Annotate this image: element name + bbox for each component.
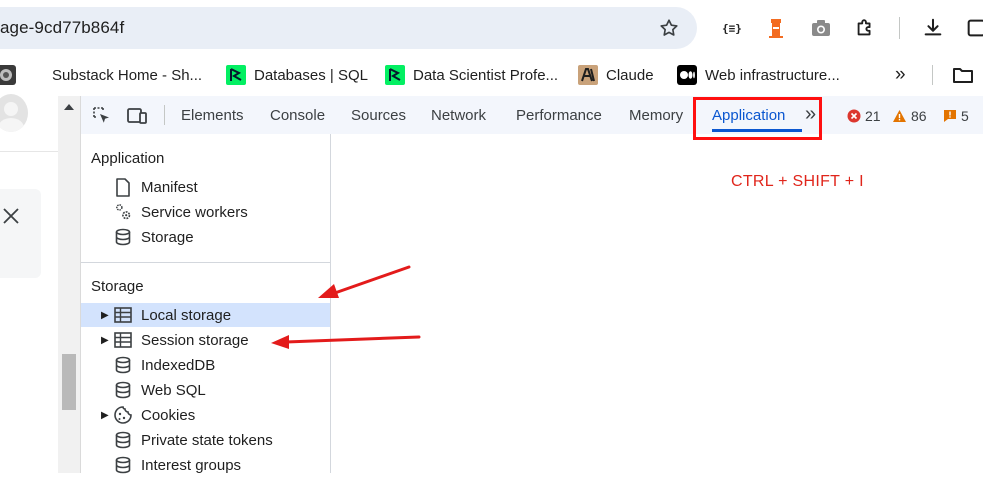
sidebar-item-label: Session storage (141, 331, 249, 349)
close-icon[interactable] (2, 207, 20, 228)
bookmark-data-scientist[interactable]: Data Scientist Profe... (385, 56, 558, 94)
anthropic-icon (578, 65, 598, 85)
section-title-storage: Storage (91, 278, 144, 295)
tabbar-separator (164, 105, 165, 125)
table-icon (113, 330, 133, 350)
sidebar-item-web-sql[interactable]: Web SQL (81, 378, 330, 402)
bookmark-label: Databases | SQL (254, 66, 368, 84)
sidebar-item-label: Local storage (141, 306, 232, 324)
sidebar-item-cookies[interactable]: ▶ Cookies (81, 403, 330, 427)
bookmarks-bar: Substack Home - Sh... Databases | SQL Da… (0, 56, 983, 96)
application-sidebar: Application Manifest Service workers Sto… (81, 134, 331, 474)
database-icon (113, 227, 133, 247)
bookmarks-separator (932, 65, 933, 85)
side-panel-icon[interactable] (964, 16, 983, 40)
warning-counter[interactable]: 86 (892, 106, 927, 126)
database-icon (113, 455, 133, 475)
error-count: 21 (865, 108, 881, 124)
bookmark-substack[interactable]: Substack Home - Sh... (0, 56, 202, 94)
bookmark-claude[interactable]: Claude (578, 56, 654, 94)
camera-extension-icon[interactable] (809, 16, 833, 40)
sidebar-item-session-storage[interactable]: ▶ Session storage (81, 328, 330, 352)
sidebar-item-storage[interactable]: Storage (81, 225, 330, 249)
datacamp-icon (226, 65, 246, 85)
toolbar-separator (899, 17, 900, 39)
sidebar-item-label: Manifest (141, 178, 198, 196)
database-icon (113, 355, 133, 375)
address-bar[interactable]: age-9cd77b864f (0, 7, 697, 49)
section-title-application: Application (91, 150, 165, 167)
tab-console[interactable]: Console (270, 96, 325, 134)
sidebar-item-label: Storage (141, 228, 194, 246)
lighthouse-extension-icon[interactable] (764, 16, 788, 40)
sidebar-item-service-workers[interactable]: Service workers (81, 200, 330, 224)
device-toolbar-icon[interactable] (126, 106, 148, 129)
devtools-main-pane (331, 134, 983, 473)
bookmark-label: Claude (606, 66, 654, 84)
section-divider (81, 262, 330, 263)
sidebar-item-indexeddb[interactable]: IndexedDB (81, 353, 330, 377)
table-icon (113, 305, 133, 325)
substack-icon (0, 65, 16, 85)
sidebar-item-local-storage[interactable]: ▶ Local storage (81, 303, 330, 327)
avatar (0, 94, 28, 132)
tab-network[interactable]: Network (431, 96, 486, 134)
issues-counter[interactable]: 5 (943, 106, 969, 126)
sidebar-item-manifest[interactable]: Manifest (81, 175, 330, 199)
warning-icon (893, 110, 906, 122)
card (0, 189, 41, 278)
url-text[interactable]: age-9cd77b864f (0, 18, 124, 38)
tab-memory[interactable]: Memory (629, 96, 683, 134)
document-icon (113, 177, 133, 197)
bookmark-star-icon[interactable] (657, 16, 681, 40)
sidebar-item-label: Cookies (141, 406, 196, 424)
medium-icon (677, 65, 697, 85)
database-icon (113, 430, 133, 450)
sidebar-item-label: Service workers (141, 203, 248, 221)
devtools-scroll-column (58, 96, 81, 473)
sidebar-item-private-state-tokens[interactable]: Private state tokens (81, 428, 330, 452)
bookmark-label: Data Scientist Profe... (413, 66, 559, 84)
bookmark-label: Substack Home - Sh... (52, 66, 203, 84)
divider (0, 151, 58, 152)
cookie-icon (113, 405, 133, 425)
scrollbar-thumb[interactable] (62, 354, 76, 410)
application-tab-highlight (693, 97, 822, 140)
error-icon (847, 109, 861, 123)
folder-icon[interactable] (952, 65, 974, 88)
download-icon[interactable] (921, 16, 945, 40)
database-icon (113, 380, 133, 400)
tab-elements[interactable]: Elements (181, 96, 244, 134)
shortcut-annotation: CTRL + SHIFT + I (731, 173, 864, 190)
sidebar-item-interest-groups[interactable]: Interest groups (81, 453, 330, 477)
expand-arrow-icon[interactable]: ▶ (101, 410, 113, 421)
error-counter[interactable]: 21 (847, 106, 881, 126)
sidebar-item-label: Web SQL (141, 381, 206, 399)
scroll-up-icon[interactable] (64, 104, 74, 110)
issues-count: 5 (961, 108, 969, 124)
json-extension-icon[interactable]: {≡} (720, 16, 744, 40)
tab-performance[interactable]: Performance (516, 96, 602, 134)
issues-icon (944, 110, 956, 122)
gears-icon (113, 202, 133, 222)
extensions-puzzle-icon[interactable] (853, 16, 877, 40)
svg-text:{≡}: {≡} (722, 22, 742, 35)
warning-count: 86 (911, 108, 927, 124)
bookmark-label: Web infrastructure... (705, 66, 840, 84)
expand-arrow-icon[interactable]: ▶ (101, 335, 113, 346)
browser-toolbar: age-9cd77b864f {≡} (0, 0, 983, 56)
tab-sources[interactable]: Sources (351, 96, 406, 134)
sidebar-item-label: Private state tokens (141, 431, 273, 449)
bookmark-databases-sql[interactable]: Databases | SQL (226, 56, 368, 94)
expand-arrow-icon[interactable]: ▶ (101, 310, 113, 321)
bookmark-web-infrastructure[interactable]: Web infrastructure... (677, 56, 840, 94)
page-content-strip (0, 94, 58, 473)
inspect-element-icon[interactable] (92, 106, 112, 129)
more-bookmarks-icon[interactable]: » (895, 64, 906, 86)
sidebar-item-label: IndexedDB (141, 356, 216, 374)
datacamp-icon (385, 65, 405, 85)
sidebar-item-label: Interest groups (141, 456, 242, 474)
